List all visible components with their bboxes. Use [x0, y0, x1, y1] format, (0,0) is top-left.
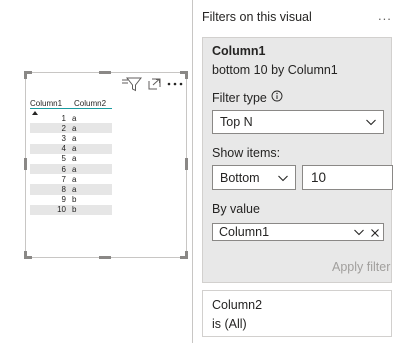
table-header: Column1 Column2 — [30, 97, 112, 115]
filter-card-column1: Column1 bottom 10 by Column1 Filter type… — [202, 37, 393, 283]
filter-type-value: Top N — [220, 115, 253, 129]
cell-column2: a — [72, 184, 77, 194]
table-row: 2a — [30, 123, 112, 134]
cell-column1: 6 — [61, 164, 66, 174]
by-value-field-well[interactable]: Column1 — [212, 223, 384, 241]
table-row: 10 b — [30, 204, 112, 215]
resize-handle[interactable] — [24, 251, 27, 259]
show-items-direction-value: Bottom — [220, 170, 260, 185]
more-options-button[interactable]: ... — [378, 8, 392, 23]
filter-card-summary: bottom 10 by Column1 — [212, 63, 338, 77]
pane-title: Filters on this visual — [202, 10, 312, 24]
chevron-down-icon[interactable] — [353, 226, 365, 241]
resize-handle[interactable] — [185, 158, 188, 170]
table-row: 3a — [30, 133, 112, 143]
filter-card-column2[interactable]: Column2 is (All) — [202, 290, 392, 337]
cell-column1: 10 — [57, 205, 66, 215]
field-well-actions — [353, 226, 380, 241]
column-header-column2[interactable]: Column2 — [72, 99, 112, 108]
cell-column1: 9 — [61, 195, 66, 205]
table-row: 1a — [30, 113, 112, 123]
filter-card-title: Column2 — [212, 298, 263, 312]
cell-column2: a — [72, 123, 77, 133]
resize-handle[interactable] — [185, 251, 188, 259]
by-value-label: By value — [212, 202, 260, 216]
table-row: 4a — [30, 143, 112, 154]
info-icon[interactable] — [271, 90, 283, 105]
resize-handle[interactable] — [24, 158, 27, 170]
filter-type-dropdown[interactable]: Top N — [212, 110, 384, 134]
data-table: Column1 Column2 1a 2a 3a 4a 5a 6a 7a 8a … — [30, 97, 112, 215]
cell-column2: a — [72, 144, 77, 154]
table-row: 6a — [30, 163, 112, 175]
resize-handle[interactable] — [99, 256, 111, 259]
resize-handle[interactable] — [185, 71, 188, 79]
apply-filter-button[interactable]: Apply filter — [332, 260, 390, 274]
filter-type-label: Filter type — [212, 90, 283, 105]
show-items-direction-dropdown[interactable]: Bottom — [212, 165, 296, 190]
filter-card-summary: is (All) — [212, 317, 247, 331]
by-value-field: Column1 — [219, 225, 270, 239]
chevron-down-icon — [365, 116, 377, 131]
cell-column1: 2 — [61, 123, 66, 133]
visual-header — [122, 75, 183, 93]
cell-column2: b — [72, 195, 77, 205]
cell-column1: 7 — [61, 174, 66, 184]
focus-mode-icon[interactable] — [147, 77, 162, 91]
cell-column2: b — [72, 205, 77, 215]
table-row: 9b — [30, 195, 112, 205]
cell-column2: a — [72, 164, 77, 174]
show-items-label: Show items: — [212, 146, 281, 160]
filters-pane: Filters on this visual ... Column1 botto… — [192, 0, 400, 343]
cell-column2: a — [72, 133, 77, 143]
filter-card-title[interactable]: Column1 — [212, 44, 265, 58]
chevron-down-icon — [277, 172, 289, 187]
column-header-column1[interactable]: Column1 — [30, 99, 72, 115]
resize-handle[interactable] — [99, 71, 111, 74]
table-visual[interactable]: Column1 Column2 1a 2a 3a 4a 5a 6a 7a 8a … — [24, 71, 188, 259]
sort-ascending-icon — [32, 111, 38, 115]
table-row: 7a — [30, 174, 112, 184]
filter-icon[interactable] — [122, 76, 142, 92]
cell-column2: a — [72, 154, 77, 164]
cell-column1: 4 — [61, 144, 66, 154]
show-items-count-input[interactable]: 10 — [302, 165, 393, 190]
cell-column1: 5 — [61, 154, 66, 164]
table-row: 5a — [30, 154, 112, 164]
cell-column2: a — [72, 174, 77, 184]
cell-column2: a — [72, 113, 77, 123]
cell-column1: 3 — [61, 133, 66, 143]
column-header-label: Column1 — [30, 99, 63, 108]
filter-type-label-text: Filter type — [212, 90, 267, 105]
clear-icon[interactable] — [370, 227, 380, 241]
cell-column1: 8 — [61, 184, 66, 194]
resize-handle[interactable] — [24, 71, 27, 79]
table-body: 1a 2a 3a 4a 5a 6a 7a 8a 9b 10 b — [30, 113, 112, 215]
table-row: 8a — [30, 184, 112, 195]
more-options-icon[interactable] — [167, 81, 183, 87]
